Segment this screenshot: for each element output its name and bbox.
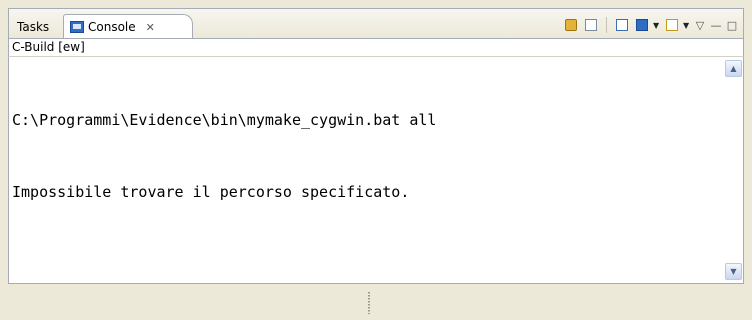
maximize-button[interactable]: □ bbox=[725, 19, 739, 32]
console-line: C:\Programmi\Evidence\bin\mymake_cygwin.… bbox=[12, 111, 437, 129]
console-title: C-Build [ew] bbox=[8, 38, 744, 56]
pin-console-icon bbox=[636, 19, 648, 31]
new-console-icon bbox=[616, 19, 628, 31]
console-view: Tasks Console ✕ ▼ ▼ ▽ — □ C-Build [ew] C… bbox=[8, 8, 744, 284]
tab-tasks[interactable]: Tasks bbox=[13, 14, 53, 39]
scroll-up-button[interactable]: ▲ bbox=[725, 60, 742, 77]
open-console-button[interactable] bbox=[663, 16, 681, 34]
console-line: Impossibile trovare il percorso specific… bbox=[12, 183, 410, 201]
console-icon bbox=[70, 21, 84, 33]
view-toolbar: ▼ ▼ ▽ — □ bbox=[562, 16, 739, 34]
view-menu-button[interactable]: ▽ bbox=[693, 19, 707, 32]
resize-grip[interactable] bbox=[368, 292, 370, 314]
toolbar-separator bbox=[606, 17, 607, 33]
clear-console-button[interactable] bbox=[582, 16, 600, 34]
tab-tasks-label: Tasks bbox=[17, 19, 50, 34]
close-tab-icon[interactable]: ✕ bbox=[146, 21, 155, 34]
console-lines: C:\Programmi\Evidence\bin\mymake_cygwin.… bbox=[12, 60, 436, 252]
lock-icon bbox=[565, 19, 577, 31]
new-console-button[interactable] bbox=[613, 16, 631, 34]
tab-console[interactable]: Console ✕ bbox=[63, 14, 193, 39]
pin-console-button[interactable] bbox=[633, 16, 651, 34]
tab-console-label: Console bbox=[88, 20, 136, 34]
scroll-lock-button[interactable] bbox=[562, 16, 580, 34]
open-console-dropdown[interactable]: ▼ bbox=[683, 21, 691, 30]
clear-console-icon bbox=[585, 19, 597, 31]
minimize-button[interactable]: — bbox=[709, 19, 723, 32]
scroll-down-button[interactable]: ▼ bbox=[725, 263, 742, 280]
open-console-icon bbox=[666, 19, 678, 31]
vertical-scrollbar[interactable]: ▲ ▼ bbox=[725, 58, 742, 282]
tab-bar: Tasks Console ✕ ▼ ▼ ▽ — □ bbox=[8, 8, 744, 39]
console-output[interactable]: C:\Programmi\Evidence\bin\mymake_cygwin.… bbox=[8, 56, 744, 284]
display-console-dropdown[interactable]: ▼ bbox=[653, 21, 661, 30]
